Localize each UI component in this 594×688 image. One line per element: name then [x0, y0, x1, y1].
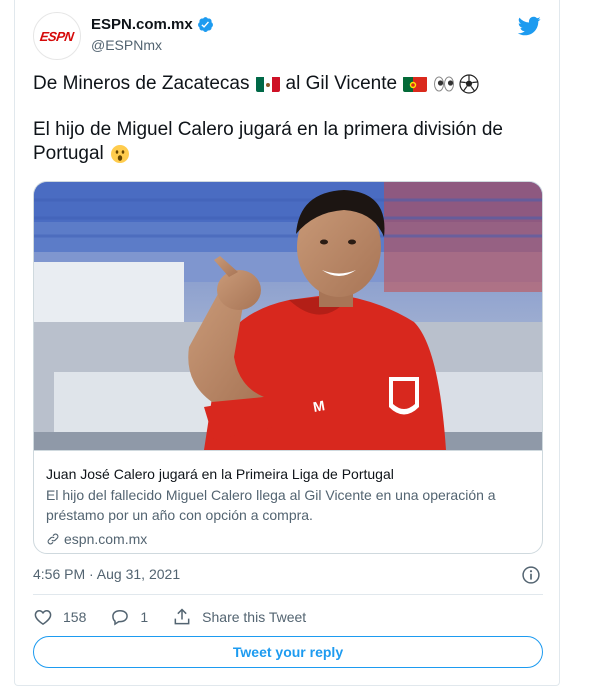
share-icon	[174, 608, 190, 625]
tweet-text-part4: Portugal	[33, 143, 104, 164]
link-domain-text[interactable]: espn.com.mx	[64, 531, 147, 547]
author-name-row[interactable]: ESPN.com.mx	[91, 16, 214, 33]
avatar[interactable]: ESPN	[33, 12, 81, 60]
tweet-text: De Mineros de Zacatecas al Gil Vicente E…	[33, 72, 543, 166]
verified-badge-icon	[197, 17, 213, 32]
divider	[33, 594, 543, 595]
espn-logo: ESPN	[39, 28, 75, 44]
eyes-emoji-icon	[433, 74, 455, 94]
twitter-logo-icon[interactable]	[517, 14, 541, 38]
link-preview-meta[interactable]: Juan José Calero jugará en la Primeira L…	[34, 450, 542, 553]
reply-count: 1	[140, 609, 149, 625]
astonished-face-emoji-icon	[110, 144, 130, 164]
link-preview-image[interactable]: M	[34, 182, 542, 450]
tweet-text-part2: al Gil Vicente	[285, 73, 398, 94]
link-title[interactable]: Juan José Calero jugará en la Primeira L…	[46, 465, 532, 483]
tweet-line-1: De Mineros de Zacatecas al Gil Vicente	[33, 72, 543, 96]
tweet-line-3: Portugal	[33, 142, 543, 166]
author-handle[interactable]: @ESPNmx	[91, 37, 162, 53]
like-button[interactable]: 158	[33, 607, 86, 627]
display-name[interactable]: ESPN.com.mx	[91, 16, 193, 33]
tweet-actions: 158 1 Share this Tweet	[33, 606, 330, 628]
soccer-ball-emoji-icon	[459, 74, 479, 94]
share-label[interactable]: Share this Tweet	[202, 609, 306, 625]
heart-icon	[34, 609, 52, 625]
link-preview-card[interactable]: M Juan José Calero jugará en la Primeira…	[33, 181, 543, 554]
reply-button[interactable]: 1	[110, 607, 148, 627]
tweet-your-reply-button[interactable]: Tweet your reply	[33, 636, 543, 668]
reply-bubble-icon	[112, 609, 129, 626]
link-description: El hijo del fallecido Miguel Calero lleg…	[46, 487, 496, 523]
portugal-flag-icon	[403, 76, 428, 92]
tweet-text-part3: El hijo de Miguel Calero jugará en la pr…	[33, 119, 503, 140]
tweet-line-2: El hijo de Miguel Calero jugará en la pr…	[33, 118, 543, 142]
link-domain[interactable]: espn.com.mx	[46, 531, 532, 547]
like-count: 158	[63, 609, 87, 625]
info-icon[interactable]	[521, 565, 541, 585]
share-button[interactable]: Share this Tweet	[172, 607, 306, 627]
tweet-card: ESPN ESPN.com.mx @ESPNmx De Mineros de Z…	[14, 0, 560, 686]
tweet-timestamp[interactable]: 4:56 PM · Aug 31, 2021	[33, 566, 180, 582]
link-icon	[47, 533, 59, 545]
mexico-flag-icon	[255, 76, 280, 92]
tweet-text-part1: De Mineros de Zacatecas	[33, 73, 250, 94]
